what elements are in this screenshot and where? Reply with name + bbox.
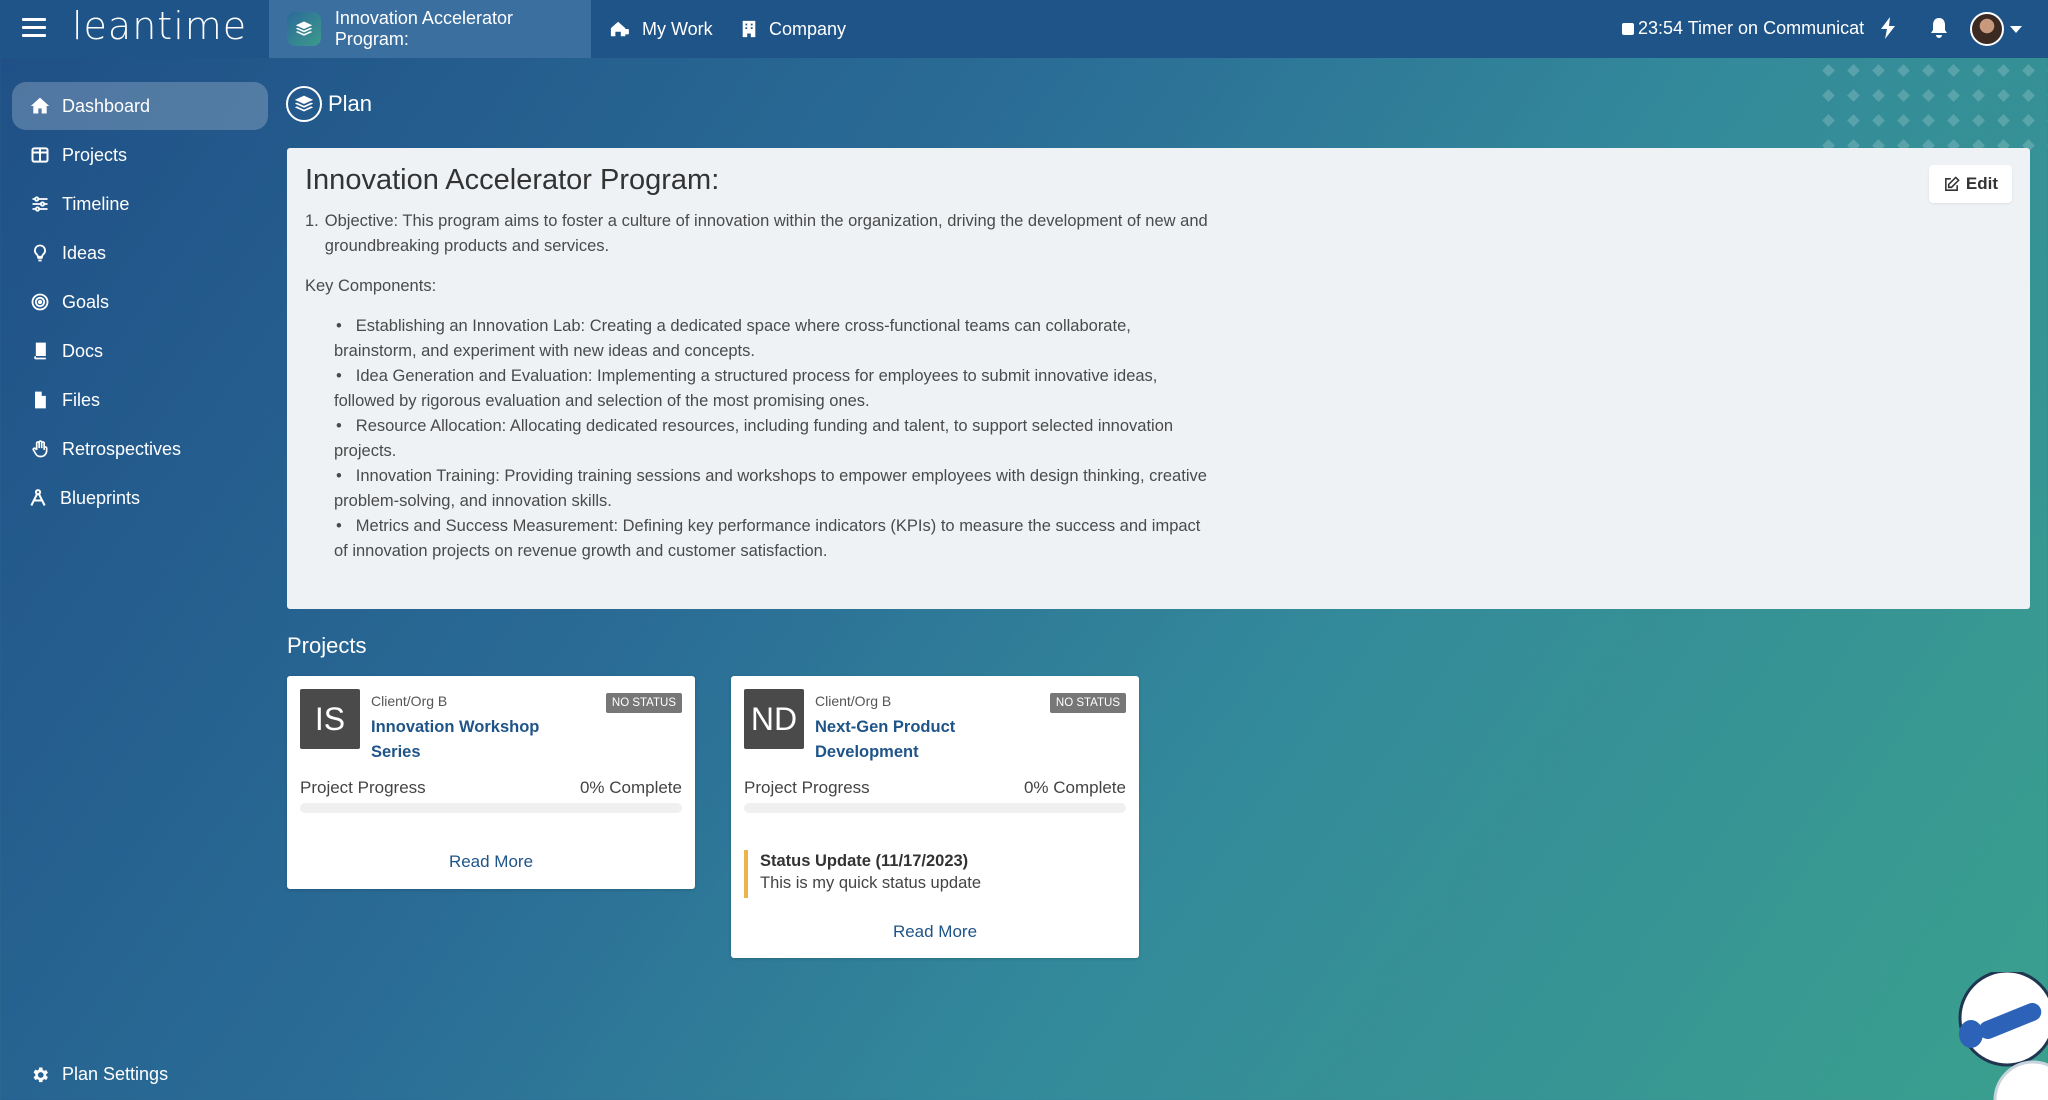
hand-icon [32,440,48,458]
status-update-title: Status Update (11/17/2023) [760,852,969,870]
edit-button[interactable]: Edit [1928,165,2012,203]
sidebar-item-files[interactable]: Files [12,376,268,424]
timer-label: 23:54 Timer on Communicat [1638,18,1865,38]
layers-icon [286,86,322,122]
list-item: Idea Generation and Evaluation: Implemen… [334,364,1212,414]
read-more-link[interactable]: Read More [731,922,1139,942]
key-components-list: Establishing an Innovation Lab: Creating… [334,314,1212,564]
current-project-label: Innovation Accelerator Program: [334,8,513,49]
stop-icon[interactable] [1622,22,1634,35]
book-icon [34,342,46,360]
project-name-link[interactable]: Innovation Workshop Series [371,715,561,765]
columns-icon [31,147,49,163]
nav-company-label: Company [769,18,847,39]
progress-bar [300,803,682,813]
layers-icon [287,12,321,46]
project-card-innovation-workshop: IS Client/Org B Innovation Workshop Seri… [287,676,695,889]
edit-button-label: Edit [1965,174,1998,193]
projects-heading: Projects [287,633,367,658]
sidebar-item-label: Goals [62,291,110,312]
top-bar: leantime Innovation Accelerator Program:… [0,0,2048,58]
program-description-card: Innovation Accelerator Program: 1. Objec… [287,148,2030,609]
sidebar-item-ideas[interactable]: Ideas [12,229,268,277]
decorative-dot-pattern [1818,60,2048,150]
sidebar-item-label: Ideas [62,242,107,263]
list-item: Resource Allocation: Allocating dedicate… [334,414,1212,464]
sidebar-item-blueprints[interactable]: Blueprints [12,474,268,522]
edit-icon [1944,175,1960,191]
file-icon [35,391,46,409]
plan-settings-link[interactable]: Plan Settings [30,1064,168,1085]
target-icon [31,293,49,311]
my-work-icon [610,21,629,37]
nav-my-work[interactable]: My Work [608,0,713,58]
status-update-text: This is my quick status update [760,874,982,892]
avatar [1970,12,2004,46]
sidebar-item-docs[interactable]: Docs [12,327,268,375]
page-header: Plan [286,86,372,122]
nav-my-work-label: My Work [642,18,713,39]
sidebar-item-goals[interactable]: Goals [12,278,268,326]
nav-company[interactable]: Company [741,0,846,58]
current-project-menu[interactable]: Innovation Accelerator Program: [269,0,591,58]
status-badge: NO STATUS [605,693,682,713]
lightning-icon[interactable] [1880,17,1896,39]
list-item: Metrics and Success Measurement: Definin… [334,514,1212,564]
sidebar-item-timeline[interactable]: Timeline [12,180,268,228]
gear-icon [33,1067,48,1082]
sidebar-item-label: Retrospectives [62,438,182,459]
sliders-icon [32,196,48,212]
lightbulb-icon [34,244,46,262]
progress-value: 0% Complete [1023,778,1126,797]
project-card-next-gen-product: ND Client/Org B Next-Gen Product Develop… [731,676,1139,958]
chevron-down-icon [2010,25,2022,33]
progress-value: 0% Complete [579,778,682,797]
sidebar-item-label: Docs [62,340,104,361]
bell-icon[interactable] [1929,17,1949,39]
active-timer[interactable]: 23:54 Timer on Communicat [1622,18,1864,39]
project-name-link[interactable]: Next-Gen Product Development [815,715,1005,765]
progress-label: Project Progress [744,778,870,797]
list-item: Innovation Training: Providing training … [334,464,1212,514]
sidebar-item-label: Files [62,389,101,410]
compass-icon [30,489,46,506]
page-title: Plan [328,91,373,116]
app-logo[interactable]: leantime [72,4,247,48]
sidebar-item-dashboard[interactable]: Dashboard [12,82,268,130]
objective-text: Objective: This program aims to foster a… [324,212,1208,255]
status-badge: NO STATUS [1049,693,1126,713]
sidebar-item-retrospectives[interactable]: Retrospectives [12,425,268,473]
progress-bar [744,803,1126,813]
user-menu[interactable] [1970,12,2022,46]
menu-toggle-icon[interactable] [22,18,46,38]
building-icon [742,20,756,38]
sidebar-item-label: Blueprints [60,487,141,508]
objective-item: 1. Objective: This program aims to foste… [305,209,1215,259]
list-item: Establishing an Innovation Lab: Creating… [334,314,1212,364]
project-client: Client/Org B [815,693,892,709]
project-client: Client/Org B [371,693,448,709]
project-avatar: IS [300,689,360,749]
key-components-label: Key Components: [305,277,437,295]
status-update: Status Update (11/17/2023) This is my qu… [744,850,1126,898]
sidebar-item-label: Timeline [62,193,130,214]
project-avatar: ND [744,689,804,749]
read-more-link[interactable]: Read More [287,852,695,872]
program-title: Innovation Accelerator Program: [305,164,720,196]
objective-number: 1. [305,212,319,230]
plan-settings-label: Plan Settings [62,1064,169,1084]
sidebar-item-label: Dashboard [62,95,151,116]
sidebar-item-label: Projects [62,144,128,165]
home-icon [30,97,50,114]
progress-label: Project Progress [300,778,426,797]
sidebar: Dashboard Projects Timeline Ideas Goals … [0,58,275,1100]
sidebar-item-projects[interactable]: Projects [12,131,268,179]
help-assistant-button[interactable] [1955,969,2048,1100]
